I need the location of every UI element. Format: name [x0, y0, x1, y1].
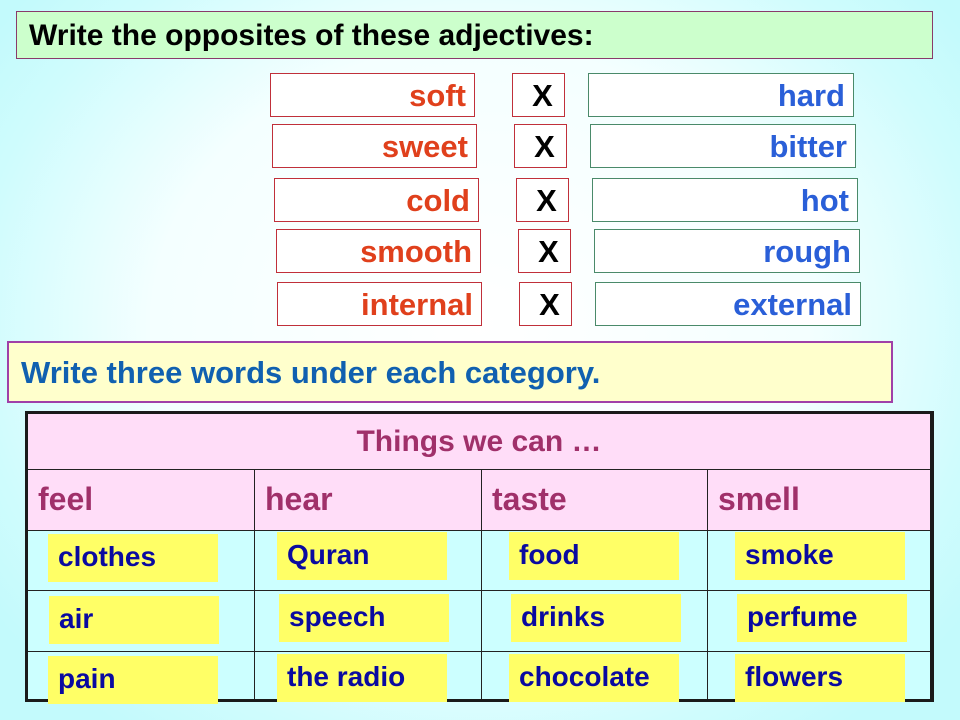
opposite-box: external	[595, 282, 861, 326]
answer-chip: drinks	[511, 594, 681, 642]
senses-table: Things we can … feel hear taste smell cl…	[25, 411, 934, 704]
answer-chip: smoke	[735, 532, 905, 580]
answer-chip: Quran	[277, 532, 447, 580]
column-divider	[254, 470, 255, 699]
answer-chip: speech	[279, 594, 449, 642]
opposite-marker: X	[516, 178, 569, 222]
column-header-taste: taste	[492, 481, 567, 517]
row-divider	[28, 651, 930, 652]
answer-chip: flowers	[735, 654, 905, 702]
opposite-box: hot	[592, 178, 858, 222]
adjective-box: sweet	[272, 124, 477, 168]
answer-chip: food	[509, 532, 679, 580]
column-divider	[707, 470, 708, 699]
answer-chip: air	[49, 596, 219, 644]
table-header-row: feel hear taste smell	[28, 470, 930, 531]
opposite-box: hard	[588, 73, 854, 117]
column-header-feel: feel	[38, 481, 94, 517]
opposites-instruction: Write the opposites of these adjectives:	[16, 11, 933, 59]
column-header-smell: smell	[718, 481, 800, 517]
column-divider	[481, 470, 482, 699]
answer-chip: the radio	[277, 654, 447, 702]
opposite-marker: X	[514, 124, 567, 168]
adjective-box: cold	[274, 178, 479, 222]
answer-chip: pain	[48, 656, 218, 704]
adjective-box: internal	[277, 282, 482, 326]
opposite-box: rough	[594, 229, 860, 273]
answer-chip: clothes	[48, 534, 218, 582]
opposite-marker: X	[518, 229, 571, 273]
category-instruction: Write three words under each category.	[7, 341, 893, 403]
answer-chip: chocolate	[509, 654, 679, 702]
adjective-box: soft	[270, 73, 475, 117]
row-divider	[28, 590, 930, 591]
table-title: Things we can …	[28, 414, 930, 470]
column-header-hear: hear	[265, 481, 333, 517]
opposite-marker: X	[512, 73, 565, 117]
opposite-marker: X	[519, 282, 572, 326]
answer-chip: perfume	[737, 594, 907, 642]
opposite-box: bitter	[590, 124, 856, 168]
adjective-box: smooth	[276, 229, 481, 273]
